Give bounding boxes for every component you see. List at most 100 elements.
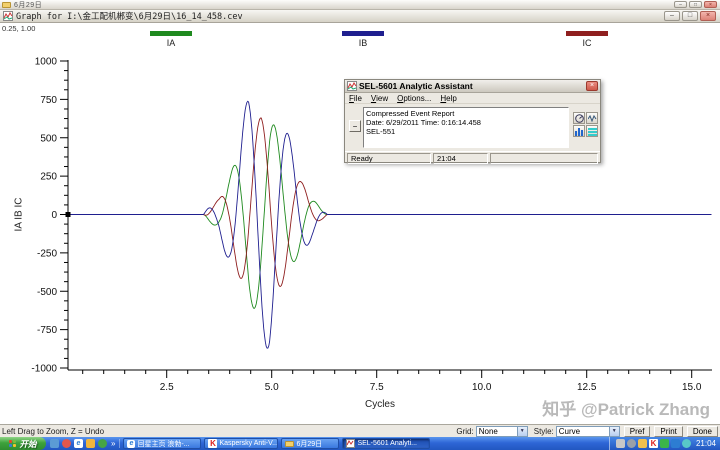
close-icon[interactable]: × — [704, 1, 717, 8]
sync-icon[interactable] — [682, 439, 691, 448]
ie-icon: e — [127, 440, 135, 448]
kaspersky-icon[interactable]: K — [649, 439, 658, 448]
grid-value: None — [477, 427, 500, 436]
dialog-app-icon — [347, 81, 357, 91]
printer-icon[interactable] — [616, 439, 625, 448]
shield-icon[interactable] — [638, 439, 647, 448]
maximize-icon[interactable]: □ — [689, 1, 702, 8]
system-tray: K 21:04 — [609, 437, 720, 450]
menu-options[interactable]: Options... — [397, 94, 431, 103]
start-button-label: 开始 — [19, 438, 36, 450]
sel5601-dialog: SEL-5601 Analytic Assistant × File View … — [344, 79, 601, 163]
graph-window-titlebar: Graph for I:\金工配机郴变\6月29日\16_14_458.cev … — [0, 10, 720, 23]
zoom-hint-text: Left Drag to Zoom, Z = Undo — [2, 427, 104, 436]
background-window-title: 6月29日 — [14, 0, 42, 10]
graph-client-area: 0.25, 1.00 IA IB IC 10007505002500-250-5… — [0, 23, 720, 424]
svg-text:7.5: 7.5 — [370, 382, 384, 393]
print-button[interactable]: Print — [654, 426, 682, 437]
folder-icon — [285, 441, 294, 447]
kaspersky-icon: K — [208, 439, 217, 448]
dialog-menubar: File View Options... Help — [345, 93, 600, 104]
graph-app-icon — [3, 11, 13, 21]
chevron-down-icon[interactable]: ▼ — [517, 427, 527, 436]
update-icon[interactable] — [660, 439, 669, 448]
svg-text:-1000: -1000 — [31, 364, 57, 375]
harmonics-icon-button[interactable] — [573, 125, 585, 137]
dialog-body: − Compressed Event Report Date: 6/29/201… — [345, 104, 600, 151]
event-table-icon-button[interactable] — [586, 125, 598, 137]
event-report-list[interactable]: Compressed Event Report Date: 6/29/2011 … — [363, 107, 569, 148]
chevron-down-icon[interactable]: ▼ — [609, 427, 619, 436]
close-icon[interactable]: × — [700, 11, 716, 21]
menu-help[interactable]: Help — [440, 94, 456, 103]
done-button[interactable]: Done — [687, 426, 718, 437]
event-line: SEL-551 — [366, 127, 566, 136]
taskbar-task-folder[interactable]: 6月29日 — [281, 438, 339, 449]
style-value: Curve — [557, 427, 582, 436]
graph-bottom-toolbar: Left Drag to Zoom, Z = Undo Grid: None ▼… — [0, 424, 720, 437]
task-label: 回星主页 浪勃-... — [137, 439, 189, 449]
task-label: Kaspersky Anti-V... — [219, 440, 278, 447]
event-line: Compressed Event Report — [366, 109, 566, 118]
y-axis-label: IA IB IC — [14, 185, 25, 245]
dialog-statusbar: Ready 21:04 — [345, 151, 600, 164]
pref-button[interactable]: Pref — [624, 426, 651, 437]
style-select[interactable]: Curve ▼ — [556, 426, 620, 437]
watermark: 知乎 @Patrick Zhang — [542, 395, 710, 420]
messenger-icon[interactable] — [50, 439, 59, 448]
grid-select[interactable]: None ▼ — [476, 426, 528, 437]
chevron-right-icon[interactable]: » — [111, 439, 115, 448]
menu-file[interactable]: File — [349, 94, 362, 103]
minimize-icon[interactable]: – — [664, 11, 680, 21]
window-title: Graph for I:\金工配机郴变\6月29日\16_14_458.cev — [16, 10, 243, 22]
svg-text:12.5: 12.5 — [577, 382, 597, 393]
svg-text:750: 750 — [40, 95, 57, 106]
globe-icon[interactable] — [98, 439, 107, 448]
network-icon[interactable] — [671, 439, 680, 448]
svg-text:250: 250 — [40, 172, 57, 183]
svg-text:500: 500 — [40, 133, 57, 144]
maximize-icon[interactable]: □ — [682, 11, 698, 21]
taskbar-task-browser[interactable]: e 回星主页 浪勃-... — [123, 438, 201, 449]
media-player-icon[interactable] — [62, 439, 71, 448]
svg-text:-500: -500 — [37, 287, 57, 298]
collapse-button[interactable]: − — [349, 120, 361, 132]
close-icon[interactable]: × — [586, 81, 598, 91]
folder-icon — [2, 2, 11, 8]
folder-shortcut-icon[interactable] — [86, 439, 95, 448]
task-label: 6月29日 — [296, 439, 322, 449]
dialog-title: SEL-5601 Analytic Assistant — [359, 81, 473, 91]
taskbar: 开始 e » e 回星主页 浪勃-... K Kaspersky Anti-V.… — [0, 437, 720, 450]
svg-text:1000: 1000 — [35, 57, 58, 68]
tray-clock[interactable]: 21:04 — [696, 439, 716, 448]
taskbar-task-sel5601[interactable]: SEL-5601 Analyti... — [342, 438, 430, 449]
dialog-titlebar[interactable]: SEL-5601 Analytic Assistant × — [345, 80, 600, 93]
oscillogram-icon-button[interactable] — [586, 112, 598, 124]
taskbar-task-kaspersky[interactable]: K Kaspersky Anti-V... — [204, 438, 278, 449]
dialog-status-text: Ready — [347, 153, 431, 164]
minimize-icon[interactable]: – — [674, 1, 687, 8]
volume-icon[interactable] — [627, 439, 636, 448]
phasor-icon-button[interactable] — [573, 112, 585, 124]
quick-launch-bar: e » — [46, 439, 120, 448]
svg-text:2.5: 2.5 — [160, 382, 174, 393]
svg-text:0: 0 — [51, 210, 57, 221]
event-line: Date: 6/29/2011 Time: 0:16:14.458 — [366, 118, 566, 127]
svg-text:-750: -750 — [37, 325, 57, 336]
menu-view[interactable]: View — [371, 94, 388, 103]
svg-text:10.0: 10.0 — [472, 382, 492, 393]
ie-icon[interactable]: e — [74, 439, 83, 448]
start-button[interactable]: 开始 — [0, 437, 46, 450]
windows-logo-icon — [9, 440, 17, 448]
svg-text:5.0: 5.0 — [265, 382, 279, 393]
grid-label: Grid: — [456, 427, 473, 436]
dialog-status-time: 21:04 — [433, 153, 488, 164]
task-label: SEL-5601 Analyti... — [357, 440, 417, 447]
svg-text:15.0: 15.0 — [682, 382, 702, 393]
graph-app-icon — [346, 439, 355, 448]
svg-text:-250: -250 — [37, 248, 57, 259]
style-label: Style: — [534, 427, 554, 436]
dialog-tool-buttons — [573, 112, 600, 137]
dialog-status-spare — [490, 153, 598, 164]
background-window-titlebar: 6月29日 – □ × — [0, 0, 720, 10]
